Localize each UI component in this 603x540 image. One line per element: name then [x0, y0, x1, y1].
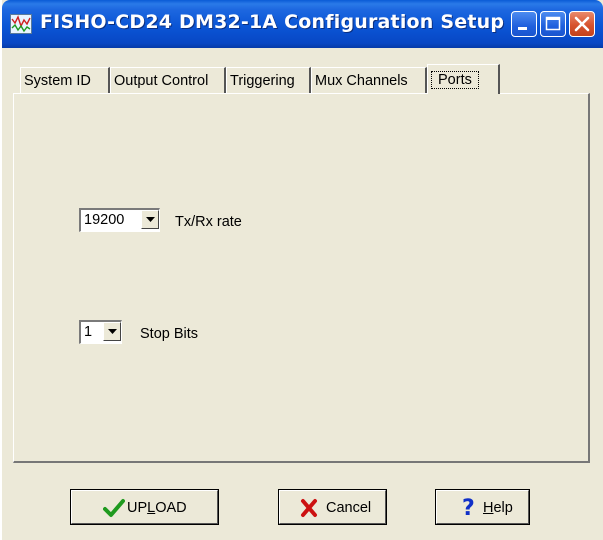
waveform-app-icon [10, 14, 32, 34]
tab-label: System ID [24, 73, 91, 89]
title-bar[interactable]: FISHO-CD24 DM32-1A Configuration Setup [2, 0, 603, 48]
upload-button[interactable]: UPLOAD [70, 489, 219, 525]
dropdown-button[interactable] [103, 322, 121, 341]
close-icon [574, 16, 590, 32]
tab-system-id[interactable]: System ID [20, 67, 110, 93]
tx-rx-rate-value: 19200 [84, 212, 125, 228]
tab-label: Ports [431, 71, 479, 89]
upload-label: UPLOAD [127, 500, 187, 516]
tab-output-control[interactable]: Output Control [110, 67, 226, 93]
ports-panel: 19200 Tx/Rx rate 1 Stop Bits [13, 93, 590, 463]
help-label: Help [483, 500, 513, 516]
window-title: FISHO-CD24 DM32-1A Configuration Setup [40, 11, 505, 33]
maximize-icon [545, 16, 561, 31]
tab-ports[interactable]: Ports [427, 64, 500, 94]
tx-rx-rate-label: Tx/Rx rate [175, 214, 242, 230]
red-x-icon [300, 498, 318, 522]
tx-rx-rate-select[interactable]: 19200 [79, 208, 160, 232]
dropdown-button[interactable] [141, 210, 159, 229]
minimize-icon [518, 27, 527, 30]
tab-mux-channels[interactable]: Mux Channels [311, 67, 427, 93]
tab-label: Triggering [230, 73, 295, 89]
configuration-window: FISHO-CD24 DM32-1A Configuration Setup S… [2, 0, 603, 540]
minimize-button[interactable] [511, 11, 537, 37]
cancel-label: Cancel [326, 500, 372, 516]
question-mark-icon: ? [461, 496, 477, 522]
cancel-button[interactable]: Cancel [278, 489, 387, 525]
svg-text:?: ? [462, 496, 475, 518]
chevron-down-icon [108, 329, 117, 334]
chevron-down-icon [146, 217, 155, 222]
stop-bits-value: 1 [84, 324, 93, 340]
tab-label: Mux Channels [315, 73, 408, 89]
stop-bits-label: Stop Bits [140, 326, 199, 342]
help-button[interactable]: ? Help [435, 489, 530, 525]
close-button[interactable] [569, 11, 595, 37]
tab-triggering[interactable]: Triggering [226, 67, 311, 93]
maximize-button[interactable] [540, 11, 566, 37]
checkmark-icon [103, 498, 125, 522]
tab-label: Output Control [114, 73, 209, 89]
stop-bits-select[interactable]: 1 [79, 320, 122, 344]
